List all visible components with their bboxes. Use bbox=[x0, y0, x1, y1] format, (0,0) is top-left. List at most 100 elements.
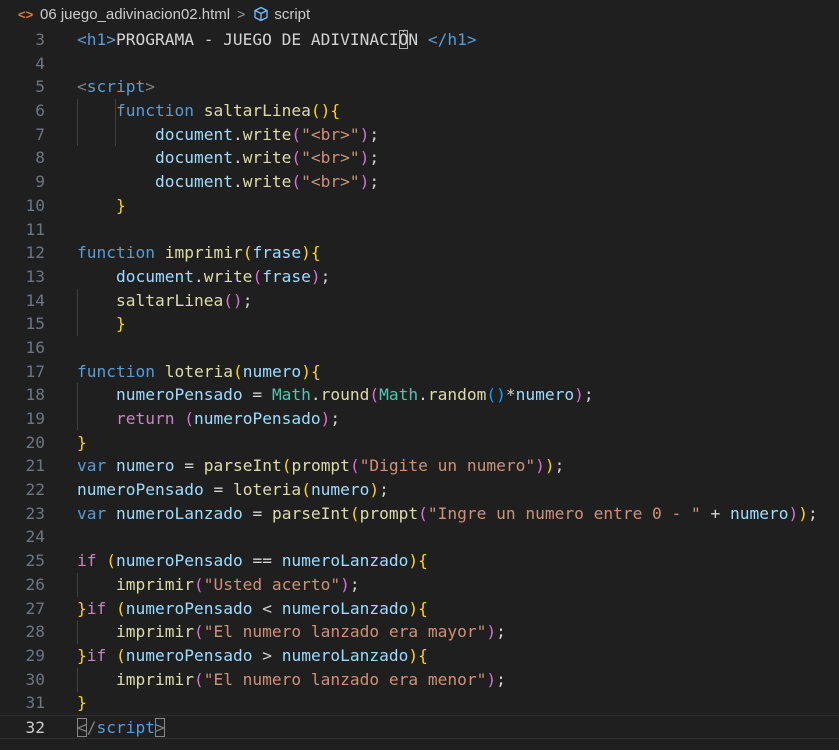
breadcrumb-symbol[interactable]: script bbox=[274, 6, 310, 23]
line-number: 16 bbox=[25, 337, 46, 357]
code-editor[interactable]: 3 <h1>PROGRAMA - JUEGO DE ADIVINACIÓN </h… bbox=[0, 28, 839, 739]
code-token: ) bbox=[301, 361, 311, 381]
line-number: 19 bbox=[25, 409, 46, 428]
code-token: () bbox=[223, 290, 243, 310]
code-line[interactable]: 7 document.write("<br>"); bbox=[0, 123, 839, 147]
code-token: } bbox=[115, 314, 126, 334]
code-token: frase bbox=[252, 243, 302, 263]
code-line[interactable]: 5 <script> bbox=[0, 75, 839, 99]
line-number: 13 bbox=[25, 266, 46, 286]
line-number: 30 bbox=[25, 669, 46, 689]
code-token: imprimir bbox=[115, 574, 194, 594]
code-line[interactable]: 32 </script> bbox=[0, 714, 839, 740]
line-number: 20 bbox=[25, 432, 46, 452]
code-token: frase bbox=[262, 266, 311, 286]
code-token: ; bbox=[369, 124, 380, 144]
code-text: var numero = parseInt(prompt("Digite un … bbox=[77, 454, 564, 478]
breadcrumb-file[interactable]: 06 juego_adivinacion02.html bbox=[40, 6, 230, 23]
code-line[interactable]: 26 imprimir("Usted acerto"); bbox=[0, 573, 839, 597]
code-line[interactable]: 8 document.write("<br>"); bbox=[0, 146, 839, 170]
code-token: == bbox=[242, 551, 282, 571]
code-line[interactable]: 28 imprimir("El numero lanzado era mayor… bbox=[0, 620, 839, 644]
code-line[interactable]: 15 } bbox=[0, 312, 839, 336]
code-token: ) bbox=[544, 456, 555, 476]
line-number: 10 bbox=[25, 195, 46, 215]
code-line[interactable]: 3 <h1>PROGRAMA - JUEGO DE ADIVINACIÓN </h… bbox=[0, 28, 839, 52]
code-text: return (numeroPensado); bbox=[77, 407, 340, 431]
code-line[interactable]: 4 bbox=[0, 52, 839, 76]
code-token: ) bbox=[340, 574, 350, 594]
code-token: loteria bbox=[164, 361, 233, 381]
code-token: > bbox=[252, 645, 282, 665]
code-token: "Digite un numero" bbox=[359, 456, 536, 476]
code-token: . bbox=[232, 172, 243, 192]
line-number: 29 bbox=[25, 645, 46, 665]
code-line[interactable]: 30 imprimir("El numero lanzado era menor… bbox=[0, 668, 839, 692]
code-token: ; bbox=[554, 456, 565, 476]
line-number: 23 bbox=[25, 503, 46, 523]
code-token: imprimir bbox=[115, 669, 194, 689]
code-line[interactable]: 21 var numero = parseInt(prompt("Digite u… bbox=[0, 454, 839, 478]
code-token: numeroPensado bbox=[116, 551, 243, 571]
code-token: ) bbox=[408, 645, 419, 665]
code-line[interactable]: 10 } bbox=[0, 194, 839, 218]
code-line[interactable]: 9 document.write("<br>"); bbox=[0, 170, 839, 194]
code-token: } bbox=[77, 693, 87, 713]
code-line[interactable]: 20} bbox=[0, 431, 839, 455]
code-token: return bbox=[115, 409, 175, 428]
code-token: numeroLanzado bbox=[281, 645, 409, 665]
code-line[interactable]: 25 if (numeroPensado == numeroLanzado){ bbox=[0, 549, 839, 573]
code-token: ( bbox=[242, 243, 253, 263]
line-number: 17 bbox=[25, 361, 46, 381]
code-token: loteria bbox=[232, 480, 302, 500]
line-number: 25 bbox=[25, 551, 46, 571]
line-number: 12 bbox=[25, 243, 46, 263]
code-line[interactable]: 23 var numeroLanzado = parseInt(prompt("I… bbox=[0, 502, 839, 526]
code-line[interactable]: 18 numeroPensado = Math.round(Math.rando… bbox=[0, 383, 839, 407]
code-text: </script> bbox=[77, 716, 165, 740]
code-text: imprimir("Usted acerto"); bbox=[77, 573, 360, 597]
code-line[interactable]: 27 }if (numeroPensado < numeroLanzado){ bbox=[0, 597, 839, 621]
line-number: 18 bbox=[25, 385, 46, 405]
line-number: 4 bbox=[35, 53, 45, 73]
code-line[interactable]: 17 function loteria(numero){ bbox=[0, 360, 839, 384]
code-token: ( bbox=[193, 574, 204, 594]
code-line[interactable]: 6 function saltarLinea(){ bbox=[0, 99, 839, 123]
code-token: ; bbox=[320, 266, 331, 286]
line-number: 11 bbox=[25, 219, 46, 239]
code-token: numero bbox=[310, 480, 370, 500]
code-line[interactable]: 11 bbox=[0, 218, 839, 242]
code-token: "<br>" bbox=[301, 172, 360, 192]
code-line[interactable]: 16 bbox=[0, 336, 839, 360]
line-number: 27 bbox=[25, 598, 46, 618]
code-line[interactable]: 12 function imprimir(frase){ bbox=[0, 241, 839, 265]
code-text: var numeroLanzado = parseInt(prompt("Ing… bbox=[77, 502, 818, 526]
line-number: 24 bbox=[25, 527, 46, 547]
code-line[interactable]: 13 document.write(frase); bbox=[0, 265, 839, 289]
code-token: { bbox=[418, 551, 428, 571]
code-text: document.write(frase); bbox=[77, 265, 330, 289]
code-text: document.write("<br>"); bbox=[77, 146, 379, 170]
code-line[interactable]: 29}if (numeroPensado > numeroLanzado){ bbox=[0, 644, 839, 668]
code-token: < bbox=[252, 598, 282, 618]
line-number: 14 bbox=[25, 290, 46, 310]
code-line[interactable]: 31} bbox=[0, 691, 839, 715]
code-token: . bbox=[310, 385, 321, 405]
code-token: numeroLanzado bbox=[281, 551, 409, 571]
code-line[interactable]: 19 return (numeroPensado); bbox=[0, 407, 839, 431]
code-token: <h1> bbox=[77, 30, 116, 49]
code-line[interactable]: 22 numeroPensado = loteria(numero); bbox=[0, 478, 839, 502]
code-text: }if (numeroPensado < numeroLanzado){ bbox=[77, 597, 428, 621]
chevron-right-icon: > bbox=[237, 6, 246, 22]
code-text: if (numeroPensado == numeroLanzado){ bbox=[77, 549, 428, 573]
code-token: "Usted acerto" bbox=[203, 574, 341, 594]
code-line[interactable]: 14 saltarLinea(); bbox=[0, 289, 839, 313]
code-line[interactable]: 24 bbox=[0, 525, 839, 549]
